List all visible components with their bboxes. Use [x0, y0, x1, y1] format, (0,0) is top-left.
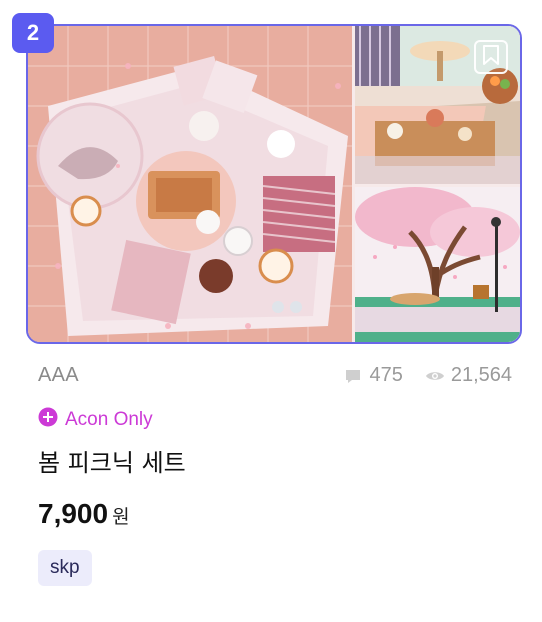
- rank-badge: 2: [12, 13, 54, 53]
- plus-circle-icon: [38, 407, 58, 432]
- product-thumbnail[interactable]: [26, 24, 522, 344]
- comment-count: 475: [369, 364, 403, 386]
- price-currency: 원: [112, 506, 130, 528]
- rank-number: 2: [26, 20, 40, 45]
- acon-only-badge: Acon Only: [38, 407, 153, 432]
- comment-icon: [343, 366, 363, 386]
- eye-icon: [425, 366, 445, 386]
- product-stats: 475 21,564: [343, 364, 512, 387]
- bookmark-icon: [482, 44, 500, 71]
- bookmark-button[interactable]: [474, 40, 508, 74]
- format-tag[interactable]: skp: [38, 550, 92, 586]
- acon-only-label: Acon Only: [65, 408, 153, 430]
- side-preview-image-bottom: [355, 187, 520, 342]
- main-preview-image: [28, 26, 352, 342]
- product-price: 7,900 원: [38, 498, 130, 530]
- product-title[interactable]: 봄 피크닉 세트: [38, 443, 186, 478]
- price-value: 7,900: [38, 498, 109, 529]
- view-count: 21,564: [450, 364, 512, 386]
- product-meta: AAA 475 21,564: [38, 364, 512, 390]
- product-card[interactable]: 2 AAA 475 21,564 Acon Only 봄 피크닉 세트 7,90…: [0, 0, 542, 622]
- author-name[interactable]: AAA: [38, 364, 79, 387]
